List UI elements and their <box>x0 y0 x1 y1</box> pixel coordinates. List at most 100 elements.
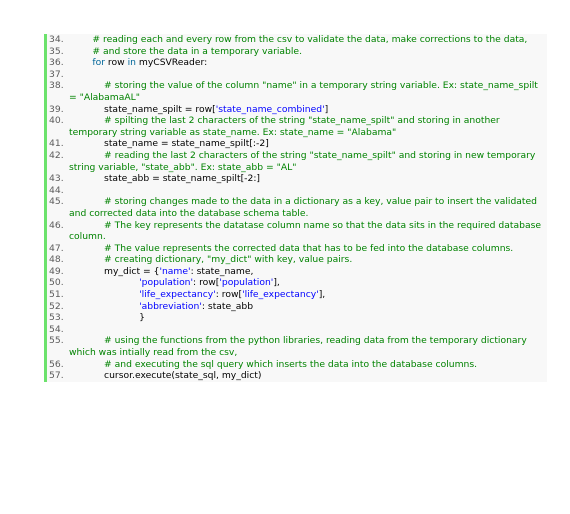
code-token: : state_name, <box>190 265 254 277</box>
code-line: 36. for row in myCSVReader: <box>47 57 547 69</box>
line-number: 42. <box>49 149 64 161</box>
line-number: 56. <box>49 358 64 370</box>
code-token: state_abb = state_name_spilt[-2:] <box>69 173 261 185</box>
code-text: # spilting the last 2 characters of the … <box>69 115 547 138</box>
code-string: 'population' <box>219 277 274 289</box>
code-token: state_name = state_name_spilt[:-2] <box>69 138 269 150</box>
code-text: # and executing the sql query which inse… <box>69 359 547 371</box>
code-line: 55. # using the functions from the pytho… <box>47 335 547 358</box>
code-token: state_name_spilt = row[ <box>69 103 216 115</box>
code-line: 38. # storing the value of the column "n… <box>47 80 547 103</box>
line-number: 57. <box>49 370 64 382</box>
code-string: 'name' <box>159 265 191 277</box>
code-comment: # reading each and every row from the cs… <box>69 34 528 45</box>
code-block: 34. # reading each and every row from th… <box>44 34 547 382</box>
code-line: 44. <box>47 185 547 197</box>
code-comment: # using the functions from the python li… <box>69 335 530 359</box>
code-text: 'abbreviation': state_abb <box>69 301 547 313</box>
code-text: for row in myCSVReader: <box>69 57 547 69</box>
code-line: 48. # creating dictionary, "my_dict" wit… <box>47 254 547 266</box>
code-text: my_dict = {'name': state_name, <box>69 266 547 278</box>
code-text: # The value represents the corrected dat… <box>69 243 547 255</box>
code-line: 52. 'abbreviation': state_abb <box>47 301 547 313</box>
code-line: 41. state_name = state_name_spilt[:-2] <box>47 138 547 150</box>
line-number: 44. <box>49 184 64 196</box>
code-text: # reading the last 2 characters of the s… <box>69 150 547 173</box>
code-line: 39. state_name_spilt = row['state_name_c… <box>47 104 547 116</box>
line-number: 49. <box>49 265 64 277</box>
code-line: 43. state_abb = state_name_spilt[-2:] <box>47 173 547 185</box>
code-text: state_name = state_name_spilt[:-2] <box>69 138 547 150</box>
code-line: 47. # The value represents the corrected… <box>47 243 547 255</box>
code-line: 53. } <box>47 312 547 324</box>
line-number: 36. <box>49 57 64 69</box>
code-line: 54. <box>47 324 547 336</box>
code-text: state_abb = state_name_spilt[-2:] <box>69 173 547 185</box>
line-number: 35. <box>49 45 64 57</box>
code-comment: # The key represents the datatase column… <box>69 219 544 243</box>
code-token: : state_abb <box>201 300 254 312</box>
code-line: 42. # reading the last 2 characters of t… <box>47 150 547 173</box>
code-text: # using the functions from the python li… <box>69 335 547 358</box>
code-text: # creating dictionary, "my_dict" with ke… <box>69 254 547 266</box>
code-string: 'abbreviation' <box>139 300 202 312</box>
line-number: 39. <box>49 103 64 115</box>
code-comment: # creating dictionary, "my_dict" with ke… <box>69 254 353 266</box>
code-text: # storing changes made to the data in a … <box>69 196 547 219</box>
code-token: ], <box>318 289 326 301</box>
code-text: cursor.execute(state_sql, my_dict) <box>69 370 547 382</box>
line-number: 38. <box>49 80 64 92</box>
line-number: 41. <box>49 138 64 150</box>
line-number: 50. <box>49 277 64 289</box>
code-comment: # spilting the last 2 characters of the … <box>69 115 503 138</box>
code-token: } <box>69 312 145 324</box>
code-text: # storing the value of the column "name"… <box>69 80 547 103</box>
line-number: 55. <box>49 335 64 347</box>
code-string: 'population' <box>139 277 194 289</box>
line-number: 53. <box>49 312 64 324</box>
code-keyword: in <box>127 57 136 69</box>
line-number: 52. <box>49 300 64 312</box>
code-comment: # and executing the sql query which inse… <box>69 358 478 370</box>
code-line: 50. 'population': row['population'], <box>47 277 547 289</box>
code-line: 57. cursor.execute(state_sql, my_dict) <box>47 370 547 382</box>
code-line: 37. <box>47 69 547 81</box>
line-number: 40. <box>49 115 64 127</box>
line-number: 34. <box>49 34 64 45</box>
code-comment: # storing the value of the column "name"… <box>69 80 541 103</box>
line-number: 45. <box>49 196 64 208</box>
code-text: 'population': row['population'], <box>69 277 547 289</box>
code-token: ] <box>324 103 329 115</box>
code-text: 'life_expectancy': row['life_expectancy'… <box>69 289 547 301</box>
code-token: my_dict = { <box>69 265 160 277</box>
code-comment: # reading the last 2 characters of the s… <box>69 149 539 173</box>
code-token: myCSVReader: <box>135 57 208 69</box>
line-number: 43. <box>49 173 64 185</box>
line-number: 48. <box>49 254 64 266</box>
code-line: 56. # and executing the sql query which … <box>47 359 547 371</box>
code-string: 'life_expectancy' <box>242 289 319 301</box>
code-comment: # storing changes made to the data in a … <box>69 196 540 219</box>
code-text: # The key represents the datatase column… <box>69 220 547 243</box>
code-text: # reading each and every row from the cs… <box>69 34 547 46</box>
code-text: # and store the data in a temporary vari… <box>69 46 547 58</box>
line-number: 46. <box>49 219 64 231</box>
code-string: 'state_name_combined' <box>215 103 325 115</box>
line-number: 37. <box>49 68 64 80</box>
code-line: 40. # spilting the last 2 characters of … <box>47 115 547 138</box>
line-number: 51. <box>49 289 64 301</box>
code-token: : row[ <box>193 277 220 289</box>
code-line: 35. # and store the data in a temporary … <box>47 46 547 58</box>
code-token: row <box>105 57 128 69</box>
code-token: : row[ <box>215 289 243 301</box>
code-text: } <box>69 312 547 324</box>
code-comment: # The value represents the corrected dat… <box>69 242 514 254</box>
code-line: 34. # reading each and every row from th… <box>47 34 547 46</box>
code-line: 49. my_dict = {'name': state_name, <box>47 266 547 278</box>
code-line: 51. 'life_expectancy': row['life_expecta… <box>47 289 547 301</box>
line-number: 54. <box>49 323 64 335</box>
